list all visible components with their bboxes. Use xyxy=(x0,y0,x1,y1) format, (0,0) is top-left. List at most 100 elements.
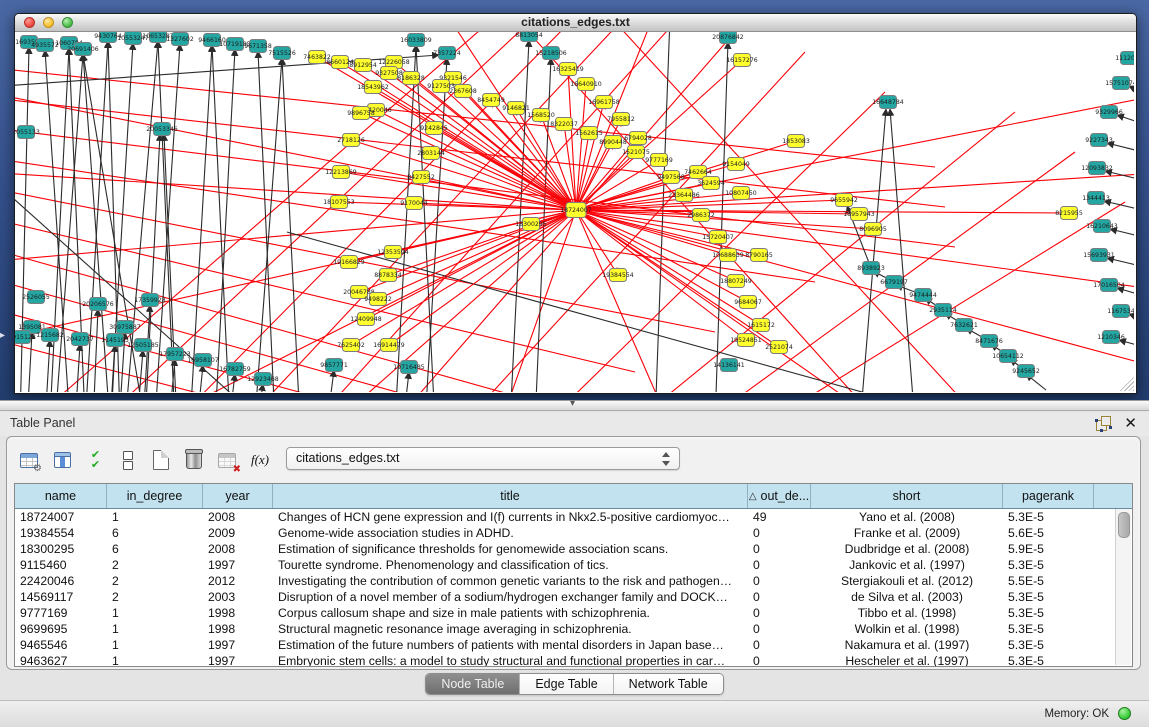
graph-node-selected[interactable]: 16961758 xyxy=(588,96,620,109)
column-header-short[interactable]: short xyxy=(811,484,1003,508)
function-builder-button[interactable]: f(x) xyxy=(248,448,272,472)
table-row[interactable]: 969969511998Structural magnetic resonanc… xyxy=(15,621,1132,637)
graph-edge[interactable] xyxy=(576,210,1134,292)
graph-node[interactable]: 17359928 xyxy=(134,294,166,307)
table-row[interactable]: 1456911722003Disruption of a novel membe… xyxy=(15,589,1132,605)
graph-node-selected[interactable]: 1568520 xyxy=(527,109,555,122)
graph-node[interactable]: 7357224 xyxy=(433,47,461,60)
graph-edge[interactable] xyxy=(75,344,80,392)
graph-edge[interactable] xyxy=(576,210,873,229)
graph-edge[interactable] xyxy=(93,309,98,392)
graph-edge[interactable] xyxy=(1107,258,1134,269)
tab-edge-table[interactable]: Edge Table xyxy=(519,674,612,694)
graph-node-selected[interactable]: 9154049 xyxy=(722,158,750,171)
graph-edge[interactable] xyxy=(389,73,576,210)
graph-node[interactable]: 8813054 xyxy=(515,32,543,42)
network-window[interactable]: citations_edges.txt 18724007746382286601… xyxy=(14,13,1137,394)
network-window-titlebar[interactable]: citations_edges.txt xyxy=(15,14,1136,32)
tab-network-table[interactable]: Network Table xyxy=(613,674,723,694)
graph-node-selected[interactable]: 12213869 xyxy=(325,166,357,179)
graph-node[interactable]: 1112034 xyxy=(1115,52,1134,65)
minimize-button[interactable] xyxy=(43,17,54,28)
column-header-out-de-[interactable]: △out_de... xyxy=(748,484,811,508)
show-column-button[interactable] xyxy=(50,448,74,472)
graph-node-selected[interactable]: 7625402 xyxy=(337,339,365,352)
graph-node[interactable]: 16210643 xyxy=(1086,220,1118,233)
graph-edge[interactable] xyxy=(416,45,435,392)
column-header-name[interactable]: name xyxy=(15,484,107,508)
graph-node-selected[interactable]: 8427552 xyxy=(407,171,435,184)
table-row[interactable]: 2242004622012Investigating the contribut… xyxy=(15,573,1132,589)
graph-edge[interactable] xyxy=(775,202,1125,392)
graph-node[interactable]: 15693931 xyxy=(1083,249,1115,262)
row-height-button[interactable] xyxy=(116,448,140,472)
graph-edge[interactable] xyxy=(1117,115,1134,127)
graph-node-selected[interactable]: 9655942 xyxy=(830,194,858,207)
graph-edge[interactable] xyxy=(1107,143,1134,154)
graph-node-selected[interactable]: 16157276 xyxy=(726,54,758,67)
graph-node-selected[interactable]: 19384554 xyxy=(602,269,634,282)
graph-node-selected[interactable]: 9497568 xyxy=(657,171,685,184)
network-graph-canvas[interactable]: 1872400774638228660124891295412226058932… xyxy=(15,32,1134,392)
graph-node-selected[interactable]: 10807450 xyxy=(725,187,757,200)
column-header-pagerank[interactable]: pagerank xyxy=(1003,484,1094,508)
graph-node[interactable]: 16033809 xyxy=(400,34,432,47)
table-row[interactable]: 946554611997Estimation of the future num… xyxy=(15,637,1132,653)
table-row[interactable]: 1938455462009Genome-wide association stu… xyxy=(15,525,1132,541)
graph-edge[interactable] xyxy=(1110,229,1134,240)
graph-node-selected[interactable]: 12409948 xyxy=(350,313,382,326)
graph-node[interactable]: 20876842 xyxy=(712,32,744,44)
graph-node-selected[interactable]: 18543962 xyxy=(357,81,389,94)
graph-node[interactable]: 9474444 xyxy=(909,289,937,302)
graph-edge[interactable] xyxy=(15,247,555,392)
graph-edge[interactable] xyxy=(388,210,576,275)
graph-node[interactable]: 16958107 xyxy=(187,354,219,367)
graph-edge[interactable] xyxy=(197,365,203,392)
graph-node[interactable]: 2935114 xyxy=(929,304,957,317)
graph-node[interactable]: 8471676 xyxy=(975,335,1003,348)
graph-node-selected[interactable]: 2521074 xyxy=(765,341,793,354)
graph-node[interactable]: 14136141 xyxy=(713,359,745,372)
graph-node[interactable]: 1344413 xyxy=(1082,192,1110,205)
graph-edge[interactable] xyxy=(15,127,955,247)
graph-node[interactable]: 12093832 xyxy=(1081,162,1113,175)
zoom-button[interactable] xyxy=(62,17,73,28)
graph-node[interactable]: 16782759 xyxy=(219,363,251,376)
graph-edge[interactable] xyxy=(389,210,576,345)
divider-grip-icon[interactable]: ▾ xyxy=(570,398,575,409)
close-button[interactable] xyxy=(24,17,35,28)
graph-node[interactable]: 8938923 xyxy=(857,262,885,275)
graph-node[interactable]: 2526055 xyxy=(22,291,50,304)
table-scrollbar[interactable] xyxy=(1115,509,1131,665)
panel-divider[interactable]: ▾ xyxy=(0,400,1149,411)
graph-edge[interactable] xyxy=(137,350,143,392)
table-row[interactable]: 977716911998Corpus callosum shape and si… xyxy=(15,605,1132,621)
graph-edge[interactable] xyxy=(1104,201,1134,212)
graph-node[interactable]: 20206576 xyxy=(82,298,114,311)
create-column-button[interactable] xyxy=(149,448,173,472)
graph-edge[interactable] xyxy=(215,49,235,392)
graph-node[interactable]: 7515526 xyxy=(268,47,296,60)
graph-node-selected[interactable]: 1615172 xyxy=(747,319,775,332)
graph-node-selected[interactable]: 16640910 xyxy=(570,78,602,91)
delete-column-button[interactable] xyxy=(182,448,206,472)
graph-edge[interactable] xyxy=(282,58,300,392)
graph-node[interactable]: 10654112 xyxy=(992,350,1024,363)
graph-edge[interactable] xyxy=(1117,288,1134,299)
graph-node-selected[interactable]: 18107553 xyxy=(323,196,355,209)
table-scrollbar-thumb[interactable] xyxy=(1118,512,1130,538)
graph-edge[interactable] xyxy=(890,109,915,392)
graph-node[interactable]: 1167534 xyxy=(1107,305,1134,318)
graph-node-selected[interactable]: 15720407 xyxy=(702,231,734,244)
graph-node[interactable]: 15751074 xyxy=(1105,77,1134,90)
delete-table-button[interactable]: ✖ xyxy=(215,448,239,472)
close-panel-icon[interactable]: ✕ xyxy=(1124,414,1137,432)
graph-node-selected[interactable]: 2718126 xyxy=(337,134,365,147)
graph-node[interactable]: 9245652 xyxy=(1012,365,1040,378)
table-row[interactable]: 911546021997Tourette syndrome. Phenomeno… xyxy=(15,557,1132,573)
graph-node[interactable]: 17957223 xyxy=(159,348,191,361)
table-row[interactable]: 1872400712008Changes of HCN gene express… xyxy=(15,509,1132,525)
table-settings-button[interactable]: ⚙ xyxy=(17,448,41,472)
graph-node[interactable]: 7632621 xyxy=(950,319,978,332)
graph-node-selected[interactable]: 8096905 xyxy=(859,223,887,236)
